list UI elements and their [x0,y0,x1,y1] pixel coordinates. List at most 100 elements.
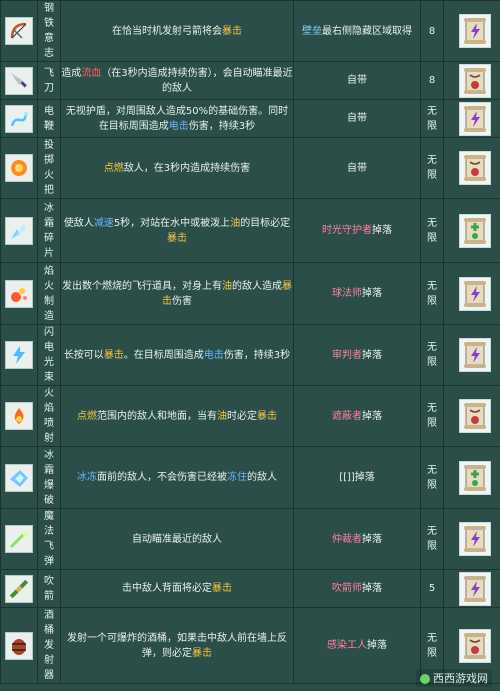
watermark-text: 西西游戏网 [433,672,488,685]
skill-icon-cell [0,0,38,62]
table-row: 投掷火把 点燃敌人，在3秒内造成持续伤害 自带 无限 [0,137,500,199]
skill-name-cell: 投掷火把 [37,137,61,199]
scroll-purple-icon [459,14,491,48]
scroll-cell [443,0,500,62]
skill-source: 仲裁者掉落 [293,508,421,570]
description-keyword: 油 [230,217,241,229]
source-text: 掉落 [362,288,382,299]
skill-description: 发射一个可爆炸的酒桶，如果击中敌人前在墙上反弹，则必定暴击 [60,607,294,684]
table-row: 闪电光束 长按可以暴击。在目标周围造成电击伤害，持续3秒 审判者掉落 无限 [0,324,500,386]
source-text: [[]]掉落 [339,472,375,483]
skill-description: 发出数个燃烧的飞行道具，对身上有油的敌人造成暴击伤害 [60,262,294,325]
scroll-cell [443,198,500,263]
description-keyword: 油 [217,410,227,422]
skill-source: 吹箭师掉落 [293,569,421,608]
skill-icon-cell [0,262,38,325]
knife-icon [5,66,33,95]
skill-icon-cell [0,137,38,199]
skill-name-cell: 电鞭 [37,99,61,138]
skill-count-cell: 无限 [420,508,444,570]
skill-description: 长按可以暴击。在目标周围造成电击伤害，持续3秒 [60,324,294,386]
skill-count-cell: 无限 [420,262,444,325]
skill-count: 无限 [427,342,437,368]
skill-source: 球法师掉落 [293,262,421,325]
skill-name: 魔法飞弹 [44,511,54,567]
scroll-cell [443,99,500,138]
source-name: 球法师 [332,288,362,299]
description-keyword: 暴击 [167,232,187,244]
description-text: 发出数个燃烧的飞行道具，对身上有 [62,280,222,292]
description-text: 的敌人造成 [232,280,282,292]
skill-icon-cell [0,385,38,447]
description-text: 伤害 [172,295,192,307]
skill-count-cell: 8 [420,61,444,100]
description-text: 的敌人 [247,472,277,483]
barrel-launcher-icon [5,631,33,660]
scroll-red-icon [459,399,491,433]
table-row: 电鞭 无视护盾，对周围敌人造成50%的基础伤害。同时在目标周围造成电击伤害，持续3… [0,99,500,138]
skill-name-cell: 冰霜碎片 [37,198,61,263]
skill-name-cell: 魔法飞弹 [37,508,61,570]
scroll-cell [443,61,500,100]
skill-description: 自动瞄准最近的敌人 [60,508,294,570]
ice-shard-icon [5,216,33,245]
skill-name: 闪电光束 [44,327,54,383]
source-name: 吹箭师 [332,583,362,594]
description-text: 长按可以 [63,349,104,361]
skill-description: 在恰当时机发射弓箭将会暴击 [60,0,294,62]
skill-source: 感染工人掉落 [293,607,421,684]
skill-name-cell: 闪电光束 [37,324,61,386]
skill-name: 吹箭 [44,575,54,602]
watermark: 西西游戏网 [416,669,492,687]
skill-source: 壁垒最右侧隐藏区域取得 [293,0,421,62]
skill-name-cell: 火焰喷射 [37,385,61,447]
description-text: 发射一个可爆炸的酒桶，如果击中敌人前在墙上反弹，则必定 [67,632,287,659]
skill-name-cell: 钢铁意志 [37,0,61,62]
skill-name: 冰霜碎片 [44,202,54,259]
bow-icon [5,17,33,45]
description-text: （在3秒内造成持续伤害），会自动瞄准最近的敌人 [101,67,293,94]
skill-description: 使敌人减速5秒，对站在水中或被泼上油的目标必定暴击 [60,198,294,263]
skill-count-cell: 无限 [420,446,444,509]
description-text: 在恰当时机发射弓箭将会 [112,25,222,37]
scroll-cell [443,569,500,608]
skill-icon-cell [0,569,38,608]
scroll-red-icon [459,628,491,663]
table-row: 吹箭 击中敌人背面将必定暴击 吹箭师掉落 5 [0,569,500,608]
scroll-purple-icon [459,522,491,556]
skill-count: 5 [428,583,436,594]
description-keyword: 点燃 [103,162,124,174]
scroll-red-icon [459,151,491,185]
skill-icon-cell [0,508,38,570]
table-row: 焰火制造 发出数个燃烧的飞行道具，对身上有油的敌人造成暴击伤害 球法师掉落 无限 [0,262,500,325]
scroll-green-icon [459,213,491,248]
skill-description: 点燃范围内的敌人和地面，当有油时必定暴击 [60,385,294,447]
table-row: 冰霜碎片 使敌人减速5秒，对站在水中或被泼上油的目标必定暴击 时光守护者掉落 无限 [0,198,500,263]
source-name: 时光守护者 [322,225,372,236]
skill-count: 无限 [427,280,437,307]
source-text: 自带 [347,113,367,124]
source-text: 掉落 [362,410,382,422]
table-row: 飞刀 造成流血（在3秒内造成持续伤害），会自动瞄准最近的敌人 自带 8 [0,61,500,100]
skill-source: 自带 [293,61,421,100]
description-text: 使敌人 [63,217,94,229]
skill-description: 无视护盾，对周围敌人造成50%的基础伤害。同时在目标周围造成电击伤害，持续3秒 [60,99,294,138]
skill-count: 无限 [427,217,437,244]
skill-count-cell: 8 [420,0,444,62]
skill-count: 无限 [427,105,437,132]
skill-name: 酒桶发射器 [44,610,54,681]
skill-name: 投掷火把 [44,140,54,196]
skill-icon-cell [0,99,38,138]
source-name: 审判者 [332,349,362,361]
description-keyword: 流血 [81,67,102,79]
description-text: 击中敌人背面将必定 [122,583,212,594]
description-text: 敌人，在3秒内造成持续伤害 [123,162,251,174]
skill-source: 时光守护者掉落 [293,198,421,263]
torch-icon [5,154,33,182]
scroll-purple-icon [459,276,491,311]
skill-source: 审判者掉落 [293,324,421,386]
skill-icon-cell [0,61,38,100]
description-keyword: 油 [222,280,232,292]
firework-icon [5,279,33,308]
scroll-cell [443,324,500,386]
